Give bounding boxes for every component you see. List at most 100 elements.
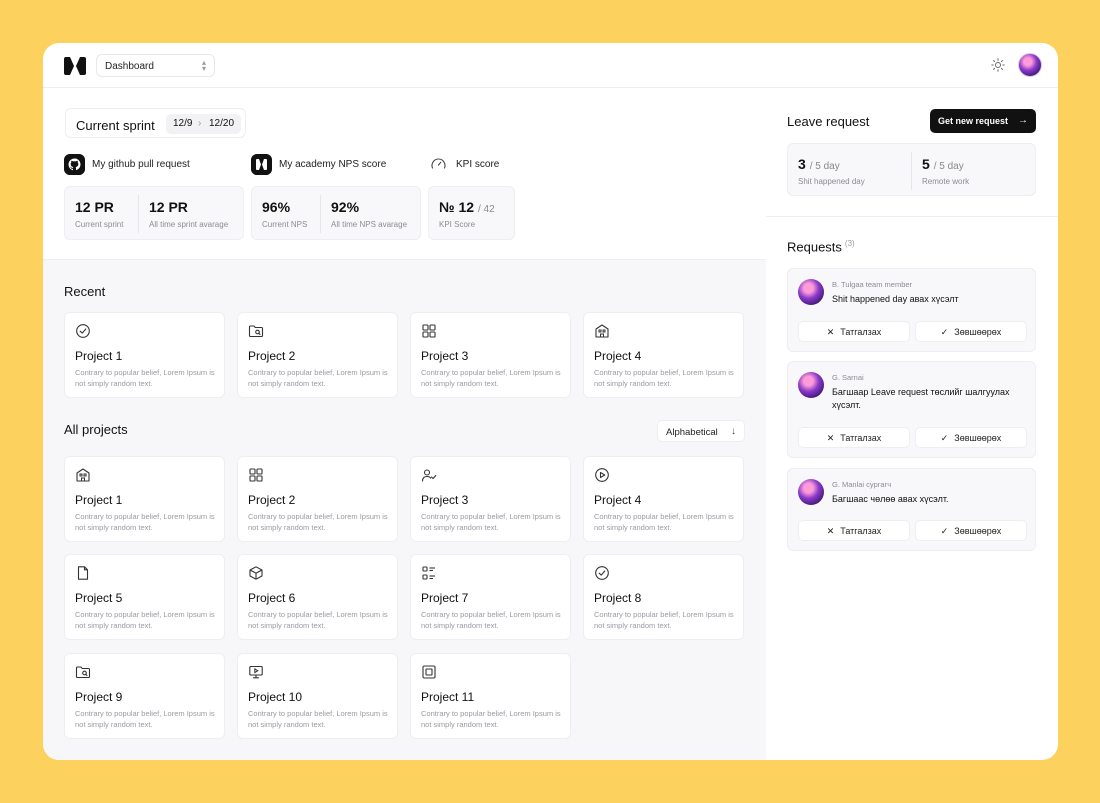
project-description: Contrary to popular belief, Lorem Ipsum …	[248, 610, 388, 630]
all-projects-title: All projects	[64, 422, 128, 437]
project-title: Project 11	[421, 690, 475, 704]
requester-avatar	[798, 479, 824, 505]
reject-button[interactable]: ✕ Татгалзах	[798, 520, 910, 541]
project-title: Project 1	[75, 349, 123, 363]
kpi-value-group: № 12 / 42	[439, 199, 495, 215]
project-title: Project 4	[594, 349, 642, 363]
request-card: G. Manlai сургагч Багшаас чөлөө авах хүсэ…	[787, 468, 1036, 551]
github-alltime: 12 PR All time sprint avarage	[139, 187, 245, 239]
project-card[interactable]: Project 4 Contrary to popular belief, Lor…	[583, 312, 744, 398]
nps-metric-header: My academy NPS score	[251, 154, 411, 176]
request-card: B. Tulgaa team member Shit happened day а…	[787, 268, 1036, 352]
get-new-request-button[interactable]: Get new request →	[930, 109, 1036, 133]
building-icon	[76, 468, 90, 482]
grid-icon	[249, 468, 263, 482]
sprint-start: 12/9	[173, 118, 193, 129]
project-card[interactable]: Project 1 Contrary to popular belief, Lor…	[64, 456, 225, 542]
approve-button[interactable]: ✓ Зөвшөөрөх	[915, 520, 1027, 541]
approve-label: Зөвшөөрөх	[954, 327, 1002, 337]
project-title: Project 3	[421, 493, 469, 507]
metric-value: 96%	[262, 199, 291, 215]
project-card[interactable]: Project 3 Contrary to popular belief, Lor…	[410, 312, 571, 398]
check-icon: ✓	[940, 327, 949, 337]
sort-label: Alphabetical	[666, 427, 718, 438]
close-icon: ✕	[826, 327, 835, 337]
sun-icon[interactable]	[991, 58, 1005, 72]
metric-value: 92%	[331, 199, 360, 215]
reject-button[interactable]: ✕ Татгалзах	[798, 321, 910, 342]
nps-metric-label: My academy NPS score	[279, 159, 387, 170]
kpi-metric-box: № 12 / 42 KPI Score	[428, 186, 515, 240]
leave-caption: Shit happened day	[798, 177, 865, 186]
project-card[interactable]: Project 4 Contrary to popular belief, Lor…	[583, 456, 744, 542]
side-panel: Leave request Get new request → 3 / 5 da…	[766, 88, 1058, 760]
leave-value-group: 3 / 5 day	[798, 156, 840, 172]
kpi-metric-label: KPI score	[456, 159, 500, 170]
page-selector-dropdown[interactable]: Dashboard ▴ ▾	[96, 54, 215, 77]
project-card[interactable]: Project 8 Contrary to popular belief, Lor…	[583, 554, 744, 640]
project-card[interactable]: Project 11 Contrary to popular belief, Lo…	[410, 653, 571, 739]
app-window: Dashboard ▴ ▾ Current sprint 12/9 › 12/20	[43, 43, 1058, 760]
chevron-right-icon: ›	[198, 118, 202, 129]
approve-button[interactable]: ✓ Зөвшөөрөх	[915, 321, 1027, 342]
github-metric-box: 12 PR Current sprint 12 PR All time spri…	[64, 186, 244, 240]
metric-value: № 12	[439, 199, 475, 215]
arrow-down-icon: ↓	[731, 426, 736, 437]
monitor-play-icon	[249, 665, 263, 679]
projects-section: Recent All projects Alphabetical ↓ Proje…	[43, 260, 766, 760]
leave-balance-box: 3 / 5 day Shit happened day 5 / 5 day Re…	[787, 143, 1036, 196]
request-message: Багшаас чөлөө авах хүсэлт.	[832, 494, 949, 504]
project-title: Project 3	[421, 349, 469, 363]
leave-value: 3	[798, 156, 806, 172]
project-description: Contrary to popular belief, Lorem Ipsum …	[594, 512, 734, 532]
sprint-range: 12/9 › 12/20	[166, 114, 241, 134]
project-card[interactable]: Project 2 Contrary to popular belief, Lor…	[237, 456, 398, 542]
project-card[interactable]: Project 5 Contrary to popular belief, Lor…	[64, 554, 225, 640]
project-description: Contrary to popular belief, Lorem Ipsum …	[594, 368, 734, 388]
metric-value: 12 PR	[149, 199, 188, 215]
main-panel: Current sprint 12/9 › 12/20 My github pu…	[43, 88, 766, 760]
project-title: Project 1	[75, 493, 123, 507]
nps-metric-box: 96% Current NPS 92% All time NPS avarage	[251, 186, 421, 240]
file-icon	[77, 566, 89, 580]
metric-value: 12 PR	[75, 199, 114, 215]
nps-alltime: 92% All time NPS avarage	[321, 187, 422, 239]
sort-dropdown[interactable]: Alphabetical ↓	[657, 420, 745, 442]
project-description: Contrary to popular belief, Lorem Ipsum …	[421, 368, 561, 388]
reject-label: Татгалзах	[840, 526, 882, 536]
recent-title: Recent	[64, 284, 106, 299]
user-avatar[interactable]	[1018, 53, 1042, 77]
nps-current: 96% Current NPS	[252, 187, 321, 239]
github-icon	[64, 154, 85, 175]
project-card[interactable]: Project 7 Contrary to popular belief, Lor…	[410, 554, 571, 640]
project-description: Contrary to popular belief, Lorem Ipsum …	[75, 610, 215, 630]
project-title: Project 6	[248, 591, 296, 605]
project-title: Project 2	[248, 493, 296, 507]
metric-caption: Current NPS	[262, 220, 308, 229]
leave-caption: Remote work	[922, 177, 970, 186]
metric-caption: All time sprint avarage	[149, 220, 229, 229]
requester-name: B. Tulgaa team member	[832, 280, 913, 289]
project-title: Project 9	[75, 690, 123, 704]
kpi-score: № 12 / 42 KPI Score	[429, 187, 516, 239]
stats-section: Current sprint 12/9 › 12/20 My github pu…	[43, 88, 766, 260]
github-metric-label: My github pull request	[92, 159, 190, 170]
reject-button[interactable]: ✕ Татгалзах	[798, 427, 910, 448]
metric-caption: KPI Score	[439, 220, 476, 229]
project-description: Contrary to popular belief, Lorem Ipsum …	[75, 709, 215, 729]
approve-button[interactable]: ✓ Зөвшөөрөх	[915, 427, 1027, 448]
project-description: Contrary to popular belief, Lorem Ipsum …	[421, 610, 561, 630]
project-card[interactable]: Project 9 Contrary to popular belief, Lor…	[64, 653, 225, 739]
project-card[interactable]: Project 2 Contrary to popular belief, Lor…	[237, 312, 398, 398]
divider	[766, 216, 1058, 217]
project-card[interactable]: Project 6 Contrary to popular belief, Lor…	[237, 554, 398, 640]
project-card[interactable]: Project 3 Contrary to popular belief, Lor…	[410, 456, 571, 542]
requester-avatar	[798, 372, 824, 398]
kpi-metric-header: KPI score	[428, 154, 528, 176]
close-icon: ✕	[826, 433, 835, 443]
leave-value: 5	[922, 156, 930, 172]
leave-total: / 5 day	[809, 161, 840, 172]
project-card[interactable]: Project 1 Contrary to popular belief, Lor…	[64, 312, 225, 398]
project-description: Contrary to popular belief, Lorem Ipsum …	[248, 368, 388, 388]
project-card[interactable]: Project 10 Contrary to popular belief, Lo…	[237, 653, 398, 739]
